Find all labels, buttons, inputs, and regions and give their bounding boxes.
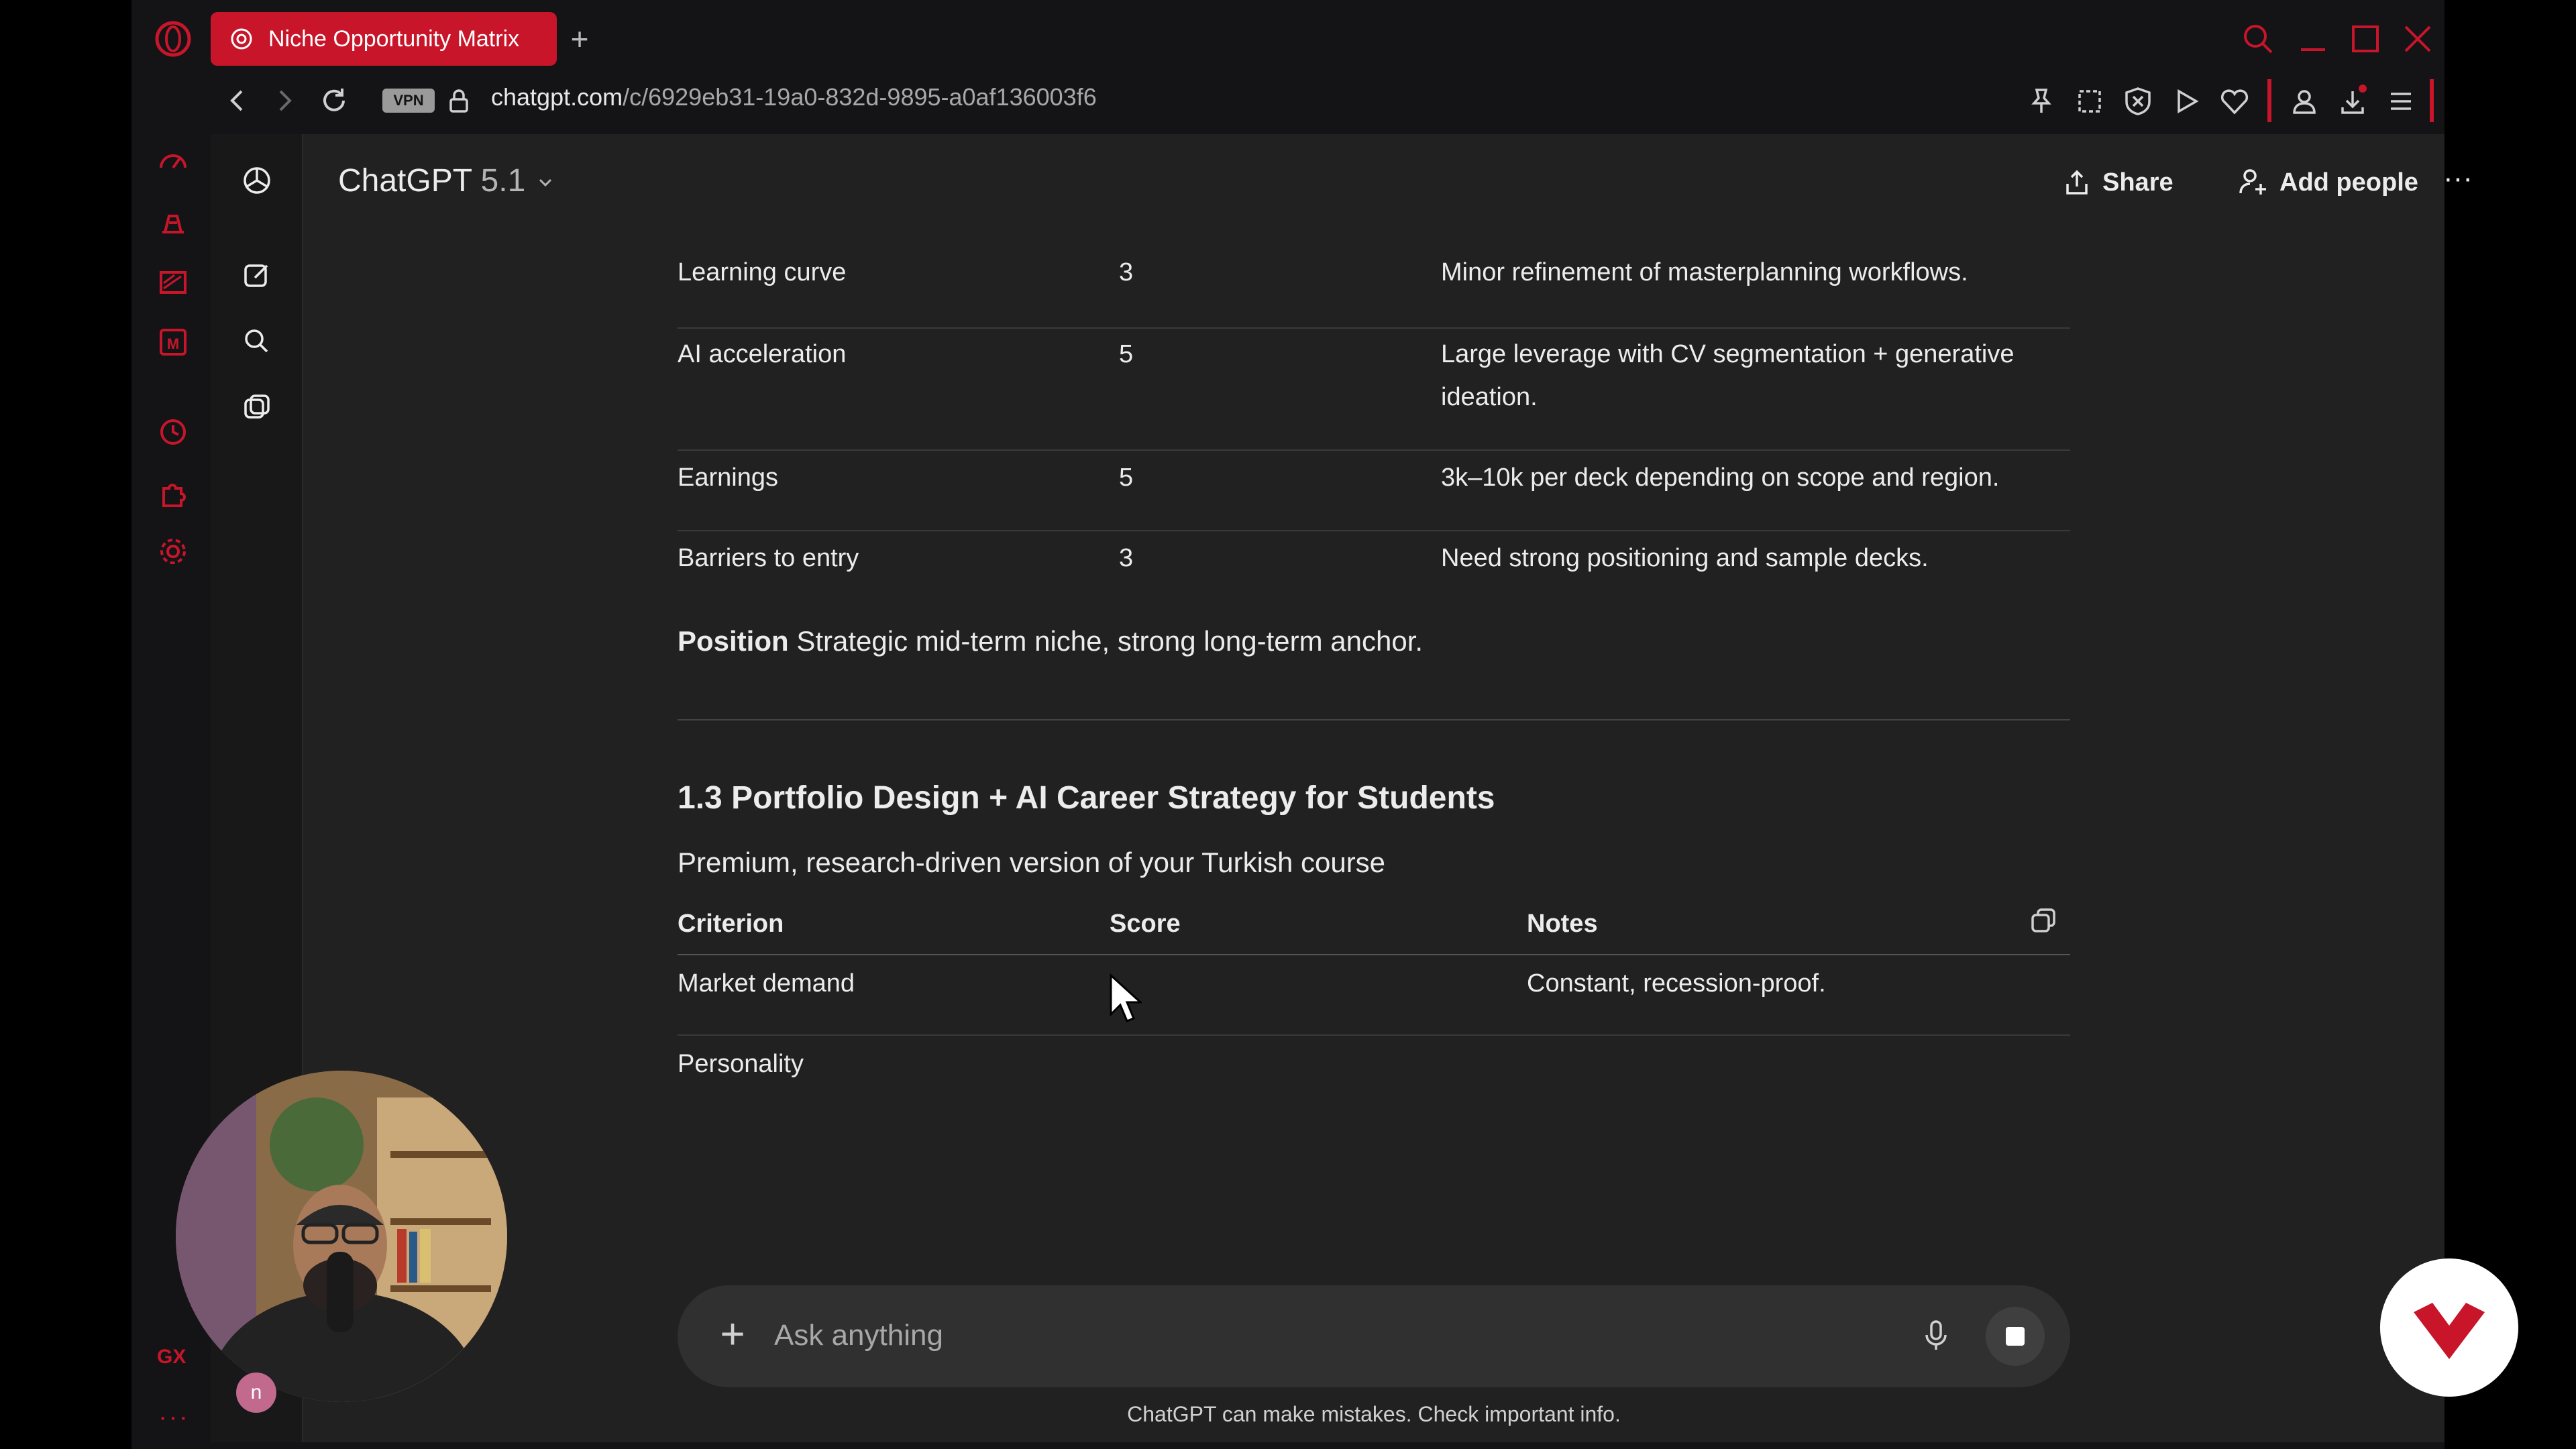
webcam-overlay — [176, 1071, 507, 1402]
channel-logo-badge — [2380, 1258, 2518, 1397]
download-icon[interactable] — [2336, 85, 2369, 118]
url-path: /c/6929eb31-19a0-832d-9895-a0af136003f6 — [623, 83, 1097, 111]
adblock-icon[interactable] — [2121, 85, 2155, 118]
conversation-more-button[interactable]: ··· — [2436, 161, 2479, 204]
row-divider — [678, 530, 2070, 531]
stop-generating-button[interactable] — [1986, 1307, 2045, 1366]
svg-text:M: M — [167, 335, 179, 352]
twitch-icon[interactable] — [154, 264, 192, 302]
row-divider — [678, 1034, 2070, 1036]
heart-icon[interactable] — [2218, 85, 2251, 118]
model-version: 5.1 — [480, 163, 526, 199]
profile-icon[interactable] — [2288, 85, 2321, 118]
table-cell-criterion: Earnings — [678, 464, 778, 492]
extensions-icon[interactable] — [154, 474, 192, 511]
pin-icon[interactable] — [2025, 85, 2058, 118]
table-cell-score: 3 — [1119, 544, 1134, 572]
tab-title: Niche Opportunity Matrix — [268, 25, 520, 52]
microphone-icon[interactable] — [1917, 1316, 1955, 1354]
position-text: Strategic mid-term niche, strong long-te… — [788, 625, 1424, 657]
vpn-badge[interactable]: VPN — [382, 89, 435, 113]
share-label: Share — [2102, 168, 2174, 197]
section-divider — [678, 719, 2070, 720]
back-icon[interactable] — [221, 85, 254, 117]
chat-header: ChatGPT 5.1 Share Add people ··· — [303, 134, 2473, 228]
table-cell-notes: 3k–10k per deck depending on scope and r… — [1441, 464, 2000, 492]
screen: { "browser": { "tab_title": "Niche Oppor… — [0, 0, 2576, 1449]
table-header-criterion: Criterion — [678, 910, 784, 938]
forward-icon[interactable] — [268, 85, 301, 117]
add-people-label: Add people — [2279, 168, 2418, 197]
table-cell-criterion: Barriers to entry — [678, 544, 859, 572]
reload-icon[interactable] — [318, 85, 350, 117]
table-cell-notes: Large leverage with CV segmentation + ge… — [1441, 340, 2015, 368]
prompt-input[interactable]: Ask anything — [774, 1319, 943, 1352]
gx-label[interactable]: GX — [157, 1346, 186, 1368]
logo-icon — [2414, 1303, 2485, 1359]
avatar[interactable]: n — [236, 1373, 276, 1413]
attach-plus-button[interactable]: + — [710, 1312, 755, 1358]
section-subtitle: Premium, research-driven version of your… — [678, 847, 1386, 878]
chatgpt-app: ChatGPT 5.1 Share Add people ··· Learnin… — [211, 134, 2473, 1442]
table-cell-criterion: Learning curve — [678, 258, 847, 286]
close-icon[interactable] — [2399, 20, 2436, 58]
model-selector[interactable]: ChatGPT 5.1 — [338, 162, 556, 199]
chatgpt-favicon-icon — [231, 28, 252, 50]
maximize-icon[interactable] — [2347, 20, 2384, 58]
position-paragraph: Position Strategic mid-term niche, stron… — [678, 625, 1423, 657]
player-icon[interactable] — [2169, 85, 2203, 118]
table-cell-notes: Need strong positioning and sample decks… — [1441, 544, 1929, 572]
opera-gx-logo-icon[interactable] — [153, 19, 193, 59]
openai-logo-icon[interactable] — [239, 162, 275, 199]
copy-table-icon[interactable] — [2027, 904, 2059, 936]
table-cell-notes: Minor refinement of masterplanning workf… — [1441, 258, 1968, 286]
new-tab-button[interactable]: + — [565, 23, 594, 54]
gx-corner-icon[interactable] — [154, 204, 192, 241]
mouse-cursor-icon — [1110, 973, 1142, 1022]
sidebar-more-button[interactable]: ··· — [158, 1402, 189, 1432]
chevron-down-icon — [539, 179, 551, 187]
share-icon — [2066, 170, 2088, 195]
presenter-webcam-image — [176, 1071, 507, 1402]
url-field[interactable]: chatgpt.com/c/6929eb31-19a0-832d-9895-a0… — [491, 83, 1097, 111]
url-host: chatgpt.com — [491, 83, 623, 111]
model-name: ChatGPT — [338, 163, 472, 199]
table-cell-criterion: Market demand — [678, 969, 855, 998]
share-button[interactable]: Share — [2061, 161, 2174, 204]
toolbar-divider — [2267, 79, 2271, 122]
add-people-button[interactable]: Add people — [2235, 161, 2418, 204]
disclaimer: ChatGPT can make mistakes. Check importa… — [1127, 1402, 1621, 1426]
table-cell-score: 5 — [1119, 464, 1134, 492]
messenger-m-icon[interactable]: M — [154, 323, 192, 361]
conversation-content: Learning curve 3 Minor refinement of mas… — [211, 228, 2445, 1301]
lock-icon[interactable] — [444, 86, 474, 115]
easy-setup-menu-icon[interactable] — [2384, 85, 2418, 118]
table-header-notes: Notes — [1527, 910, 1598, 938]
row-divider — [678, 449, 2070, 451]
table-cell-criterion: Personality — [678, 1050, 804, 1078]
table-cell-score: 3 — [1119, 258, 1134, 286]
toolbar-edge-accent — [2430, 79, 2434, 122]
row-divider — [678, 327, 2070, 329]
section-heading: 1.3 Portfolio Design + AI Career Strateg… — [678, 780, 1495, 816]
add-person-icon — [2239, 169, 2266, 195]
gx-control-icon[interactable] — [154, 144, 192, 181]
settings-gear-icon[interactable] — [154, 533, 192, 570]
stop-icon — [2006, 1327, 2025, 1346]
table-cell-notes: Constant, recession-proof. — [1527, 969, 1826, 998]
header-divider — [678, 954, 2070, 955]
minimize-icon[interactable] — [2294, 20, 2332, 58]
history-icon[interactable] — [154, 413, 192, 451]
composer: + Ask anything — [678, 1285, 2070, 1387]
search-icon[interactable] — [2239, 20, 2277, 58]
snapshot-icon[interactable] — [2073, 85, 2106, 118]
tab-active[interactable]: Niche Opportunity Matrix — [211, 12, 557, 66]
table-cell-criterion: AI acceleration — [678, 340, 847, 368]
table-header-score: Score — [1110, 910, 1181, 938]
table-cell-notes-continued: ideation. — [1441, 383, 1538, 411]
table-cell-score: 5 — [1119, 340, 1134, 368]
position-label: Position — [678, 625, 789, 657]
